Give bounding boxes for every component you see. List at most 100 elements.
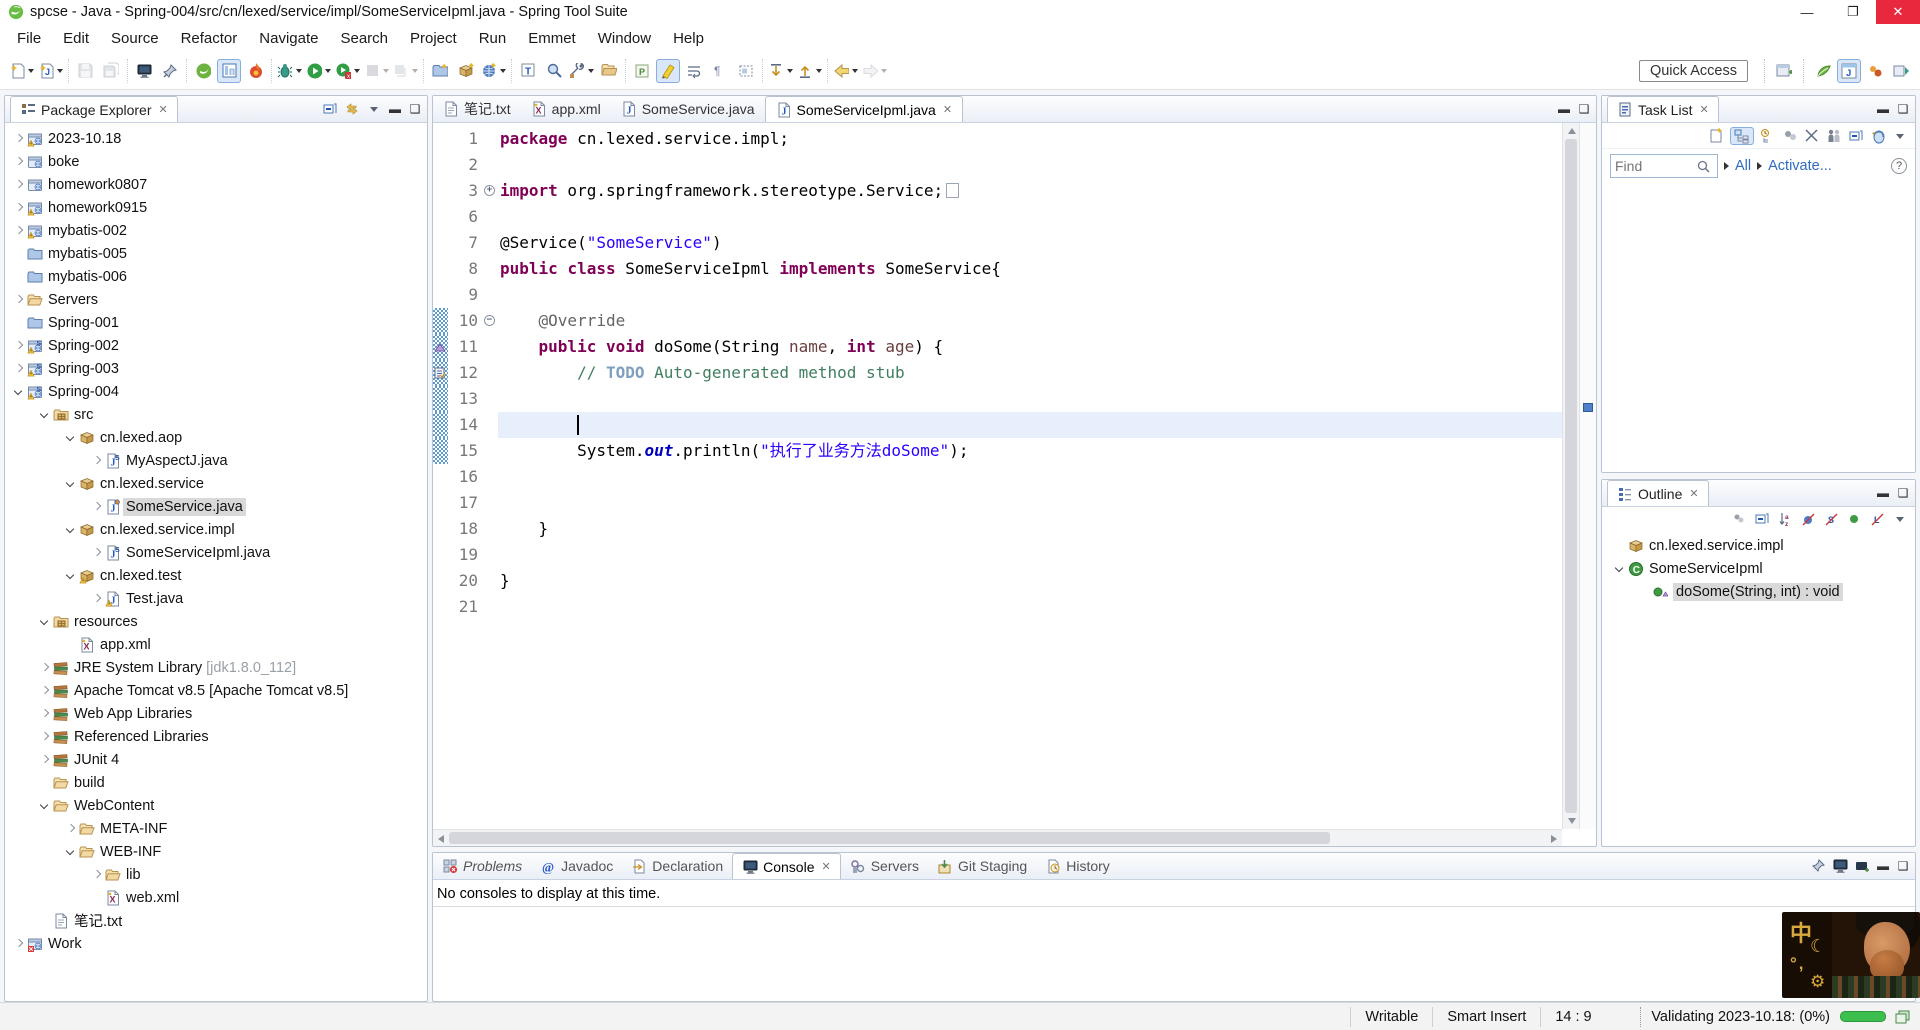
tab-task-list[interactable]: Task List ✕ (1607, 96, 1719, 122)
code-line-20[interactable]: 20} (433, 568, 1562, 594)
code-line-13[interactable]: 13 (433, 386, 1562, 412)
tree-item[interactable]: Xweb.xml (5, 886, 427, 909)
chevron-down-icon[interactable] (1612, 561, 1628, 577)
dropdown-arrow-icon[interactable] (588, 68, 594, 73)
scroll-down-icon[interactable] (1568, 818, 1576, 824)
code-line-18[interactable]: 18 } (433, 516, 1562, 542)
tree-item[interactable]: homework0807 (5, 173, 427, 196)
view-menu-icon[interactable] (1891, 510, 1909, 528)
debug-perspective-button[interactable] (1889, 59, 1913, 83)
code-line-7[interactable]: 7 @Service("SomeService") (433, 230, 1562, 256)
open-type-button[interactable]: T (516, 59, 540, 83)
code-line-6[interactable]: 6 (433, 204, 1562, 230)
tree-item[interactable]: WEB-INF (5, 840, 427, 863)
dropdown-arrow-icon[interactable] (325, 68, 331, 73)
menu-search[interactable]: Search (329, 27, 399, 50)
maximize-view-icon[interactable]: ❑ (1895, 100, 1911, 118)
code-line-12[interactable]: 12 // TODO Auto-generated method stub (433, 360, 1562, 386)
tree-item[interactable]: Xapp.xml (5, 633, 427, 656)
chevron-right-icon[interactable] (89, 591, 105, 607)
external-tools-button[interactable] (568, 59, 595, 83)
my-tasks-icon[interactable] (1781, 127, 1799, 145)
dropdown-arrow-icon[interactable] (383, 68, 389, 73)
code-line-15[interactable]: 15 System.out.println("执行了业务方法doSome"); (433, 438, 1562, 464)
pin-console-icon[interactable] (1809, 857, 1827, 875)
hide-non-public-icon[interactable] (1845, 510, 1863, 528)
chevron-right-icon[interactable] (11, 361, 27, 377)
code-line-9[interactable]: 9 (433, 282, 1562, 308)
code-line-16[interactable]: 16 (433, 464, 1562, 490)
maximize-view-icon[interactable]: ❑ (1895, 484, 1911, 502)
tree-item[interactable]: boke (5, 150, 427, 173)
maximize-view-icon[interactable]: ❑ (407, 100, 423, 118)
maximize-editor-icon[interactable]: ❑ (1576, 100, 1592, 118)
new-web-project-button[interactable] (480, 59, 507, 83)
tree-item[interactable]: build (5, 771, 427, 794)
forward-button[interactable] (861, 59, 888, 83)
open-console-view-button[interactable] (132, 59, 156, 83)
scroll-up-icon[interactable] (1568, 128, 1576, 134)
console-tab-javadoc[interactable]: @ Javadoc (531, 853, 622, 879)
menu-source[interactable]: Source (100, 27, 170, 50)
chevron-down-icon[interactable] (63, 476, 79, 492)
code-line-19[interactable]: 19 (433, 542, 1562, 568)
open-perspective-button[interactable] (1772, 59, 1796, 83)
spring-boot-button[interactable] (191, 59, 215, 83)
dropdown-arrow-icon[interactable] (57, 68, 63, 73)
tree-item[interactable]: cn.lexed.service (5, 472, 427, 495)
menu-run[interactable]: Run (468, 27, 518, 50)
menu-edit[interactable]: Edit (52, 27, 100, 50)
chevron-right-icon[interactable] (11, 154, 27, 170)
next-annotation-button[interactable] (767, 59, 794, 83)
tree-item[interactable]: lib (5, 863, 427, 886)
close-tab-icon[interactable]: ✕ (822, 860, 831, 873)
chevron-down-icon[interactable] (37, 798, 53, 814)
quick-access-button[interactable]: Quick Access (1638, 60, 1748, 82)
hide-completed-icon[interactable] (1803, 127, 1821, 145)
chevron-right-icon[interactable] (11, 177, 27, 193)
block-selection-button[interactable] (734, 59, 758, 83)
chevron-down-icon[interactable] (63, 522, 79, 538)
menu-emmet[interactable]: Emmet (517, 27, 587, 50)
dropdown-arrow-icon[interactable] (500, 68, 506, 73)
ime-settings-gear-icon[interactable]: ⚙ (1810, 972, 1825, 992)
tree-item[interactable]: S Spring-002 (5, 334, 427, 357)
ime-punctuation-icon[interactable]: °, (1790, 954, 1806, 974)
tree-item[interactable]: JUnit 4 (5, 748, 427, 771)
chevron-down-icon[interactable] (63, 568, 79, 584)
chevron-down-icon[interactable] (37, 407, 53, 423)
minimize-view-icon[interactable]: ▬ (1875, 484, 1891, 502)
tree-item[interactable]: J S SomeServiceIpml.java (5, 541, 427, 564)
help-icon[interactable]: ? (1891, 158, 1907, 174)
view-menu-icon[interactable] (365, 100, 383, 118)
tree-item[interactable]: cn.lexed.service.impl (5, 518, 427, 541)
close-view-icon[interactable]: ✕ (1699, 103, 1708, 116)
stop-button[interactable] (363, 59, 390, 83)
code-line-17[interactable]: 17 (433, 490, 1562, 516)
chevron-right-icon[interactable] (89, 545, 105, 561)
mark-occurrences-button[interactable]: P (630, 59, 654, 83)
code-editor[interactable]: 1 package cn.lexed.service.impl; 2 3 + import… (433, 123, 1562, 829)
menu-navigate[interactable]: Navigate (248, 27, 329, 50)
resource-perspective-button[interactable] (1863, 59, 1887, 83)
chevron-right-icon[interactable] (37, 706, 53, 722)
code-line-11[interactable]: 11 public void doSome(String name, int a… (433, 334, 1562, 360)
folded-region-box[interactable] (946, 183, 960, 198)
tree-item[interactable]: Work (5, 932, 427, 955)
tree-item[interactable]: Apache Tomcat v8.5 [Apache Tomcat v8.5] (5, 679, 427, 702)
editor-horizontal-scrollbar[interactable] (433, 829, 1562, 846)
focus-date-icon[interactable] (1825, 127, 1843, 145)
chevron-right-icon[interactable] (37, 752, 53, 768)
chevron-right-icon[interactable] (11, 200, 27, 216)
back-button[interactable] (832, 59, 859, 83)
categorized-icon[interactable] (1730, 126, 1754, 145)
hscroll-thumb[interactable] (449, 832, 1330, 844)
coverage-button[interactable]: x (334, 59, 361, 83)
tree-item[interactable]: cn.lexed.test (5, 564, 427, 587)
minimize-view-icon[interactable]: ▬ (1875, 857, 1891, 875)
chevron-right-icon[interactable] (11, 338, 27, 354)
vscroll-thumb[interactable] (1565, 139, 1577, 813)
collapse-all-icon[interactable] (321, 100, 339, 118)
pin-editor-button[interactable] (158, 59, 182, 83)
outline-item[interactable]: doSome(String, int) : void (1602, 580, 1915, 603)
